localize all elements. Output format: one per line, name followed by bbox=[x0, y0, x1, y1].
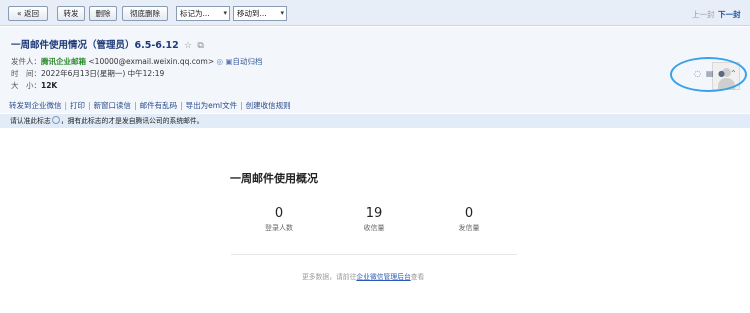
next-email-link[interactable]: 下一封 bbox=[718, 9, 741, 20]
admin-console-link[interactable]: 企业微信管理后台 bbox=[356, 273, 410, 281]
sender-address: <10000@exmail.weixin.qq.com> bbox=[88, 57, 215, 66]
verified-icon: ◎ bbox=[216, 57, 224, 66]
sender-label: 发件人： bbox=[11, 57, 41, 66]
stat-label: 登录人数 bbox=[265, 224, 293, 232]
time-value: 2022年6月13日(星期一) 中午12:19 bbox=[41, 69, 165, 78]
popout-icon[interactable]: ⧉ bbox=[197, 41, 203, 51]
move-to-label: 移动到... bbox=[237, 9, 267, 18]
stat-logins: 0 登录人数 bbox=[244, 206, 314, 233]
chevron-down-icon: ▾ bbox=[280, 9, 284, 17]
badge-icon bbox=[51, 116, 60, 124]
footer-post: 查看 bbox=[410, 273, 425, 281]
archive-icon: ▣ bbox=[225, 57, 233, 66]
action-forward-wecom[interactable]: 转发到企业微信 bbox=[9, 101, 62, 110]
size-value: 12K bbox=[41, 81, 58, 90]
email-subject: 一周邮件使用情况（管理员）6.5-6.12 bbox=[11, 40, 179, 51]
notice-post: ，拥有此标志的才是发自腾讯公司的系统邮件。 bbox=[60, 117, 204, 125]
chevron-down-icon: ▾ bbox=[223, 9, 227, 17]
toolbar: « 返回 转发 删除 彻底删除 标记为... ▾ 移动到... ▾ 上一封 下一… bbox=[0, 0, 750, 26]
globe-icon[interactable]: ● bbox=[718, 69, 725, 78]
stat-label: 收信量 bbox=[363, 224, 385, 232]
footer-pre: 更多数据，请前往 bbox=[302, 273, 357, 281]
sender-name[interactable]: 腾讯企业邮箱 bbox=[41, 57, 86, 66]
stat-label: 发信量 bbox=[458, 224, 480, 232]
report-footer: 更多数据，请前往企业微信管理后台查看 bbox=[302, 271, 424, 281]
back-button[interactable]: « 返回 bbox=[8, 6, 48, 21]
stat-received: 19 收信量 bbox=[339, 206, 409, 233]
sender-row: 发件人：腾讯企业邮箱 <10000@exmail.weixin.qq.com> … bbox=[11, 56, 263, 67]
divider bbox=[231, 254, 517, 255]
stat-value: 0 bbox=[464, 206, 474, 221]
action-print[interactable]: 打印 bbox=[70, 101, 85, 110]
action-create-rule[interactable]: 创建收信规则 bbox=[246, 101, 291, 110]
collapse-icon[interactable]: ⌃ bbox=[730, 69, 737, 78]
delete-forever-button[interactable]: 彻底删除 bbox=[122, 6, 168, 21]
stat-value: 19 bbox=[365, 206, 383, 221]
action-export-eml[interactable]: 导出为eml文件 bbox=[186, 101, 238, 110]
stat-sent: 0 发信量 bbox=[434, 206, 504, 233]
report-title: 一周邮件使用概况 bbox=[230, 172, 318, 185]
star-icon[interactable]: ☆ bbox=[184, 41, 192, 51]
auto-archive-link[interactable]: 自动归档 bbox=[233, 57, 263, 66]
notice-pre: 请认准此标志 bbox=[10, 117, 51, 125]
mark-as-label: 标记为... bbox=[180, 9, 210, 18]
time-label: 时 间： bbox=[11, 69, 41, 78]
move-to-select[interactable]: 移动到... ▾ bbox=[233, 6, 287, 21]
time-row: 时 间：2022年6月13日(星期一) 中午12:19 bbox=[11, 68, 164, 79]
stat-value: 0 bbox=[274, 206, 284, 221]
forward-button[interactable]: 转发 bbox=[57, 6, 85, 21]
action-garbled[interactable]: 邮件有乱码 bbox=[140, 101, 178, 110]
action-new-window[interactable]: 新窗口读信 bbox=[94, 101, 132, 110]
action-links: 转发到企业微信 | 打印 | 新窗口读信 | 邮件有乱码 | 导出为eml文件 | 创建收信规则 bbox=[9, 101, 291, 110]
prev-email-link[interactable]: 上一封 bbox=[692, 9, 715, 20]
size-label: 大 小： bbox=[11, 81, 41, 90]
mark-as-select[interactable]: 标记为... ▾ bbox=[176, 6, 230, 21]
size-row: 大 小：12K bbox=[11, 80, 57, 91]
system-mail-notice: 请认准此标志 ，拥有此标志的才是发自腾讯公司的系统邮件。 bbox=[0, 114, 750, 128]
delete-button[interactable]: 删除 bbox=[89, 6, 117, 21]
chat-icon[interactable]: ◌ bbox=[694, 69, 701, 78]
email-subject-row: 一周邮件使用情况（管理员）6.5-6.12 ☆ ⧉ bbox=[11, 37, 204, 51]
note-icon[interactable]: ▤ bbox=[706, 69, 714, 78]
